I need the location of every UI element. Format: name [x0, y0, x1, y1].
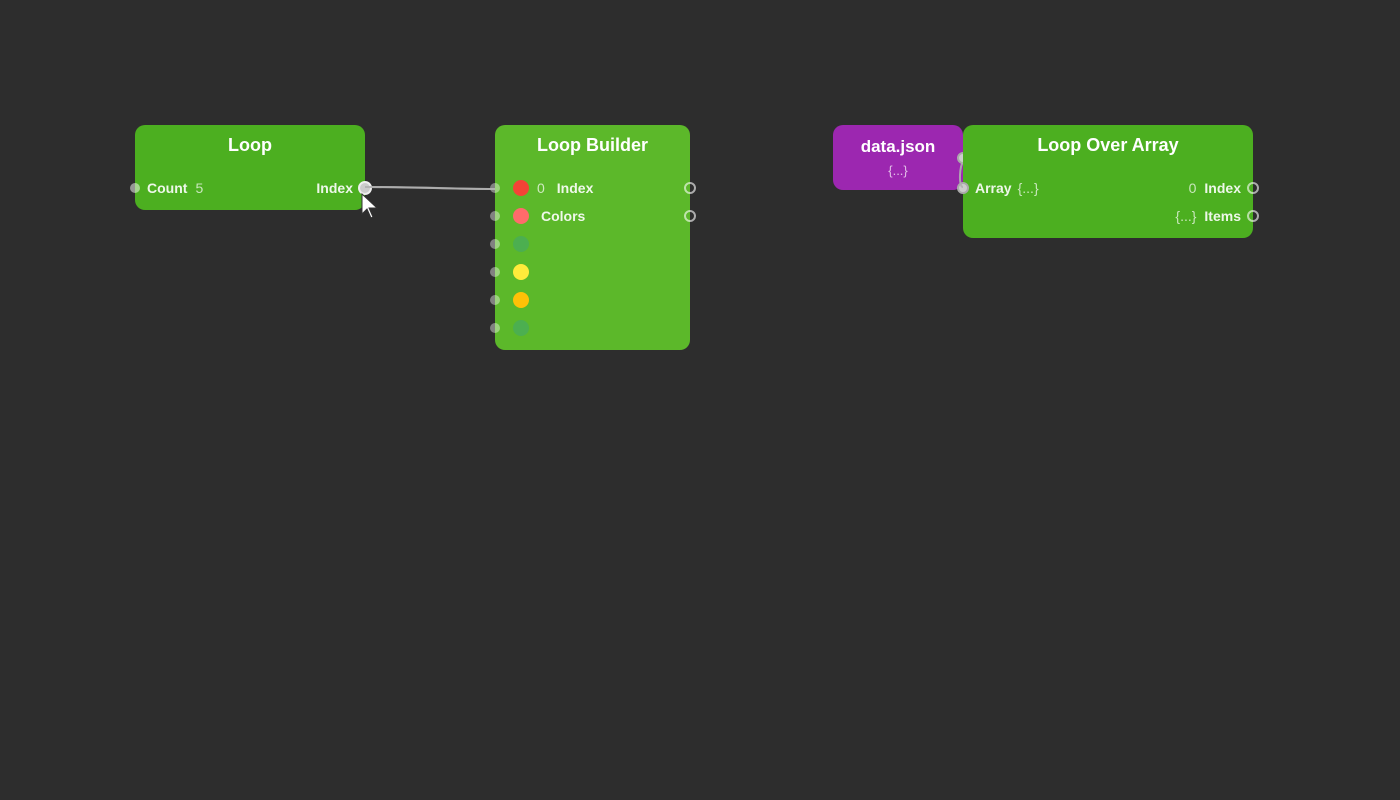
row5-left-port[interactable] [490, 295, 500, 305]
dot-red [513, 180, 529, 196]
loop-node: Loop Count 5 Index [135, 125, 365, 210]
array-value: {...} [1018, 180, 1039, 196]
data-json-node: data.json {...} [833, 125, 963, 190]
index-output-port-loa[interactable] [1247, 182, 1259, 194]
loop-node-title: Loop [228, 135, 272, 155]
loop-builder-title: Loop Builder [537, 135, 648, 155]
loop-over-array-body: Array {...} 0 Index {...} Items [963, 166, 1253, 238]
loop-over-array-header: Loop Over Array [963, 125, 1253, 166]
row2-right-port[interactable] [684, 210, 696, 222]
loop-builder-header: Loop Builder [495, 125, 690, 166]
dot-green [513, 236, 529, 252]
dot-yellow [513, 264, 529, 280]
loop-builder-row-5 [495, 286, 690, 314]
connection-data-json [0, 0, 1400, 800]
count-value: 5 [195, 180, 203, 196]
row1-value: 0 [537, 180, 545, 196]
row1-left-port[interactable] [490, 183, 500, 193]
row1-label: Index [557, 180, 594, 196]
items-output-port[interactable] [1247, 210, 1259, 222]
loop-builder-node: Loop Builder 0 Index Colors [495, 125, 690, 350]
row2-left-port[interactable] [490, 211, 500, 221]
loop-builder-body: 0 Index Colors [495, 166, 690, 350]
loop-builder-row-2: Colors [495, 202, 690, 230]
loop-node-header: Loop [135, 125, 365, 166]
data-json-value: {...} [849, 163, 947, 178]
index-output-port[interactable] [358, 181, 372, 195]
data-json-title: data.json [849, 137, 947, 157]
index-value-out: 0 [1189, 180, 1197, 196]
loop-builder-row-1: 0 Index [495, 174, 690, 202]
index-label-out: Index [1204, 180, 1241, 196]
wire-loop-to-builder [0, 0, 1400, 800]
loop-builder-row-6 [495, 314, 690, 342]
dot-amber [513, 292, 529, 308]
row3-left-port[interactable] [490, 239, 500, 249]
items-value: {...} [1175, 208, 1196, 224]
row1-right-port[interactable] [684, 182, 696, 194]
data-json-node-inner: data.json {...} [833, 125, 963, 190]
connections-layer [0, 0, 1400, 800]
row6-left-port[interactable] [490, 323, 500, 333]
loop-node-body: Count 5 Index [135, 166, 365, 210]
loop-builder-row-4 [495, 258, 690, 286]
loop-over-array-node: Loop Over Array Array {...} 0 Index {...… [963, 125, 1253, 238]
dot-bright-green [513, 320, 529, 336]
loop-over-array-title: Loop Over Array [1037, 135, 1178, 155]
count-label: Count [147, 180, 187, 196]
loop-over-array-items-row: {...} Items [963, 202, 1253, 230]
row4-left-port[interactable] [490, 267, 500, 277]
array-input-port[interactable] [957, 182, 969, 194]
row2-label: Colors [541, 208, 585, 224]
count-input-port[interactable] [130, 183, 140, 193]
loop-over-array-array-row: Array {...} 0 Index [963, 174, 1253, 202]
dot-coral [513, 208, 529, 224]
items-label: Items [1204, 208, 1241, 224]
loop-builder-row-3 [495, 230, 690, 258]
array-label: Array [975, 180, 1012, 196]
index-label: Index [316, 180, 353, 196]
loop-count-row: Count 5 Index [135, 174, 365, 202]
